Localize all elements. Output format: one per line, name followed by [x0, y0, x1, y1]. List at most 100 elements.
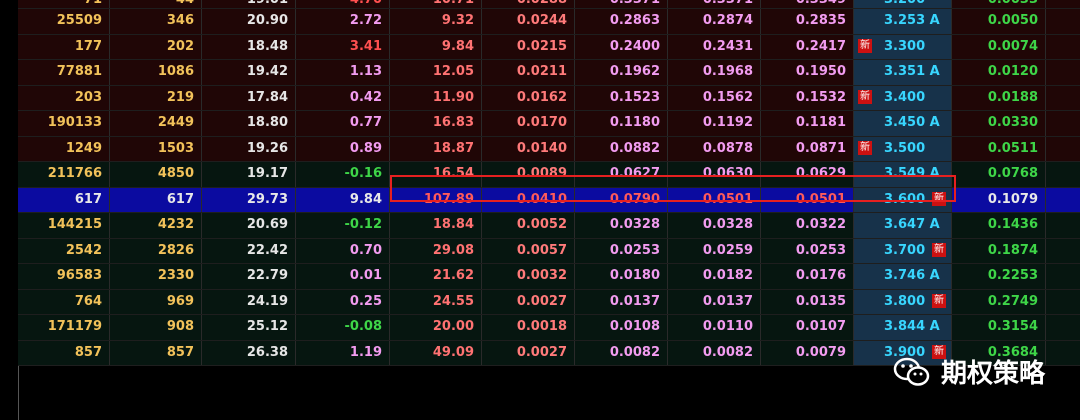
strike-cell[interactable]: 3.746 A [854, 264, 952, 289]
ask-cell: 0.3349 [761, 0, 854, 8]
implied-volatility-cell: 20.69 [202, 213, 296, 238]
strike-cell[interactable]: 3.351 A [854, 60, 952, 85]
theta-cell: 0.0052 [482, 213, 575, 238]
table-row[interactable]: 177 202 18.48 3.41 9.84 0.0215 0.2400 0.2431 0.2… [18, 34, 1080, 60]
change-percent-cell: -0.12 [296, 213, 390, 238]
bid-cell: 0.0328 [668, 213, 761, 238]
new-badge: 新 [858, 89, 872, 104]
delta-gap-cell: 0.0882 [575, 136, 668, 161]
theta-cell: 0.0215 [482, 34, 575, 59]
selection-highlight-box [390, 175, 956, 202]
put-price-cell: 0.1436 [952, 213, 1046, 238]
bid-cell: 0.1192 [668, 111, 761, 136]
ask-cell: 0.2835 [761, 9, 854, 34]
open-interest-cell: 617 [110, 187, 202, 212]
overflow-cell [1046, 137, 1080, 162]
premium-ratio-cell: 9.32 [390, 9, 482, 34]
table-row[interactable]: 714419.014.7010.710.02880.33710.33710.33… [18, 0, 1080, 9]
strike-cell[interactable]: 3.800 新 [854, 289, 952, 314]
ask-cell: 0.0107 [761, 315, 854, 340]
change-percent-cell: 1.19 [296, 340, 390, 365]
table-row[interactable]: 203 219 17.84 0.42 11.90 0.0162 0.1523 0.1562 0.… [18, 85, 1080, 111]
strike-cell[interactable]: 3.500 新 [854, 136, 952, 161]
ask-cell: 0.1950 [761, 60, 854, 85]
implied-volatility-cell: 22.79 [202, 264, 296, 289]
new-badge: 新 [932, 293, 946, 308]
bid-cell: 0.1968 [668, 60, 761, 85]
table-row[interactable]: 764 969 24.19 0.25 24.55 0.0027 0.0137 0.0137 0.… [18, 289, 1080, 315]
put-price-cell: 0.1079 [952, 187, 1046, 212]
new-badge: 新 [932, 242, 946, 257]
strike-price: 3.500 [884, 140, 926, 156]
table-row[interactable]: 1249 1503 19.26 0.89 18.87 0.0140 0.0882 0.0878… [18, 136, 1080, 162]
ask-cell: 0.0176 [761, 264, 854, 289]
volume-cell: 77881 [18, 60, 110, 85]
overflow-cell [1046, 9, 1080, 34]
ask-cell: 0.1532 [761, 85, 854, 110]
delta-gap-cell: 0.0108 [575, 315, 668, 340]
implied-volatility-cell: 25.12 [202, 315, 296, 340]
volume-cell: 764 [18, 289, 110, 314]
watermark: 期权策略 [893, 353, 1045, 390]
put-price-cell: 0.0050 [952, 9, 1046, 34]
premium-ratio-cell: 9.84 [390, 34, 482, 59]
implied-volatility-cell: 22.42 [202, 238, 296, 263]
change-percent-cell: 4.70 [296, 0, 390, 8]
bid-cell: 0.0878 [668, 136, 761, 161]
strike-price: 3.647 A [884, 217, 940, 232]
strike-cell[interactable]: 3.253 A [854, 9, 952, 34]
table-row[interactable]: 190133 2449 18.80 0.77 16.83 0.0170 0.1180 0.11… [18, 111, 1080, 137]
strike-cell[interactable]: 3.450 A [854, 111, 952, 136]
strike-price: 3.700 [884, 242, 926, 258]
change-percent-cell: 1.13 [296, 60, 390, 85]
strike-cell[interactable]: 3.647 A [854, 213, 952, 238]
delta-gap-cell: 0.2863 [575, 9, 668, 34]
open-interest-cell: 2826 [110, 238, 202, 263]
table-row[interactable]: 25509 346 20.90 2.72 9.32 0.0244 0.2863 0.2874 0… [18, 9, 1080, 35]
premium-ratio-cell: 11.90 [390, 85, 482, 110]
bid-cell: 0.0182 [668, 264, 761, 289]
strike-price: 3.300 [884, 38, 926, 54]
strike-price: 3.400 [884, 89, 926, 105]
strike-price: 3.351 A [884, 64, 940, 79]
table-row[interactable]: 2542 2826 22.42 0.70 29.08 0.0057 0.0253 0.0259… [18, 238, 1080, 264]
theta-cell: 0.0140 [482, 136, 575, 161]
overflow-cell [1046, 60, 1080, 85]
new-badge: 新 [858, 140, 872, 155]
table-row[interactable]: 96583 2330 22.79 0.01 21.62 0.0032 0.0180 0.018… [18, 264, 1080, 290]
open-interest-cell: 969 [110, 289, 202, 314]
bid-cell: 0.2874 [668, 9, 761, 34]
volume-cell: 177 [18, 34, 110, 59]
ask-cell: 0.0871 [761, 136, 854, 161]
premium-ratio-cell: 49.09 [390, 340, 482, 365]
change-percent-cell: 0.01 [296, 264, 390, 289]
overflow-cell [1046, 35, 1080, 60]
strike-cell[interactable]: 3.700 新 [854, 238, 952, 263]
put-price-cell: 0.3154 [952, 315, 1046, 340]
table-row[interactable]: 171179 908 25.12 -0.08 20.00 0.0018 0.0108 0.01… [18, 315, 1080, 341]
watermark-text: 期权策略 [941, 359, 1046, 389]
table-row[interactable]: 144215 4232 20.69 -0.12 18.84 0.0052 0.0328 0.0… [18, 213, 1080, 239]
delta-gap-cell: 0.3371 [575, 0, 668, 8]
put-price-cell: 0.0033 [952, 0, 1046, 8]
premium-ratio-cell: 12.05 [390, 60, 482, 85]
change-percent-cell: 0.42 [296, 85, 390, 110]
open-interest-cell: 4850 [110, 162, 202, 187]
theta-cell: 0.0018 [482, 315, 575, 340]
strike-cell[interactable]: 3.300 新 [854, 34, 952, 59]
overflow-cell [1046, 162, 1080, 187]
table-row[interactable]: 77881 1086 19.42 1.13 12.05 0.0211 0.1962 0.196… [18, 60, 1080, 86]
premium-ratio-cell: 18.87 [390, 136, 482, 161]
change-percent-cell: 3.41 [296, 34, 390, 59]
strike-price: 3.450 A [884, 115, 940, 130]
bid-cell: 0.0082 [668, 340, 761, 365]
strike-cell[interactable]: 3.400 新 [854, 85, 952, 110]
strike-cell[interactable]: 3.200 [854, 0, 952, 8]
implied-volatility-cell: 19.01 [202, 0, 296, 8]
strike-price: 3.800 [884, 293, 926, 309]
strike-cell[interactable]: 3.844 A [854, 315, 952, 340]
open-interest-cell: 202 [110, 34, 202, 59]
wechat-icon [893, 357, 930, 386]
delta-gap-cell: 0.0180 [575, 264, 668, 289]
premium-ratio-cell: 20.00 [390, 315, 482, 340]
